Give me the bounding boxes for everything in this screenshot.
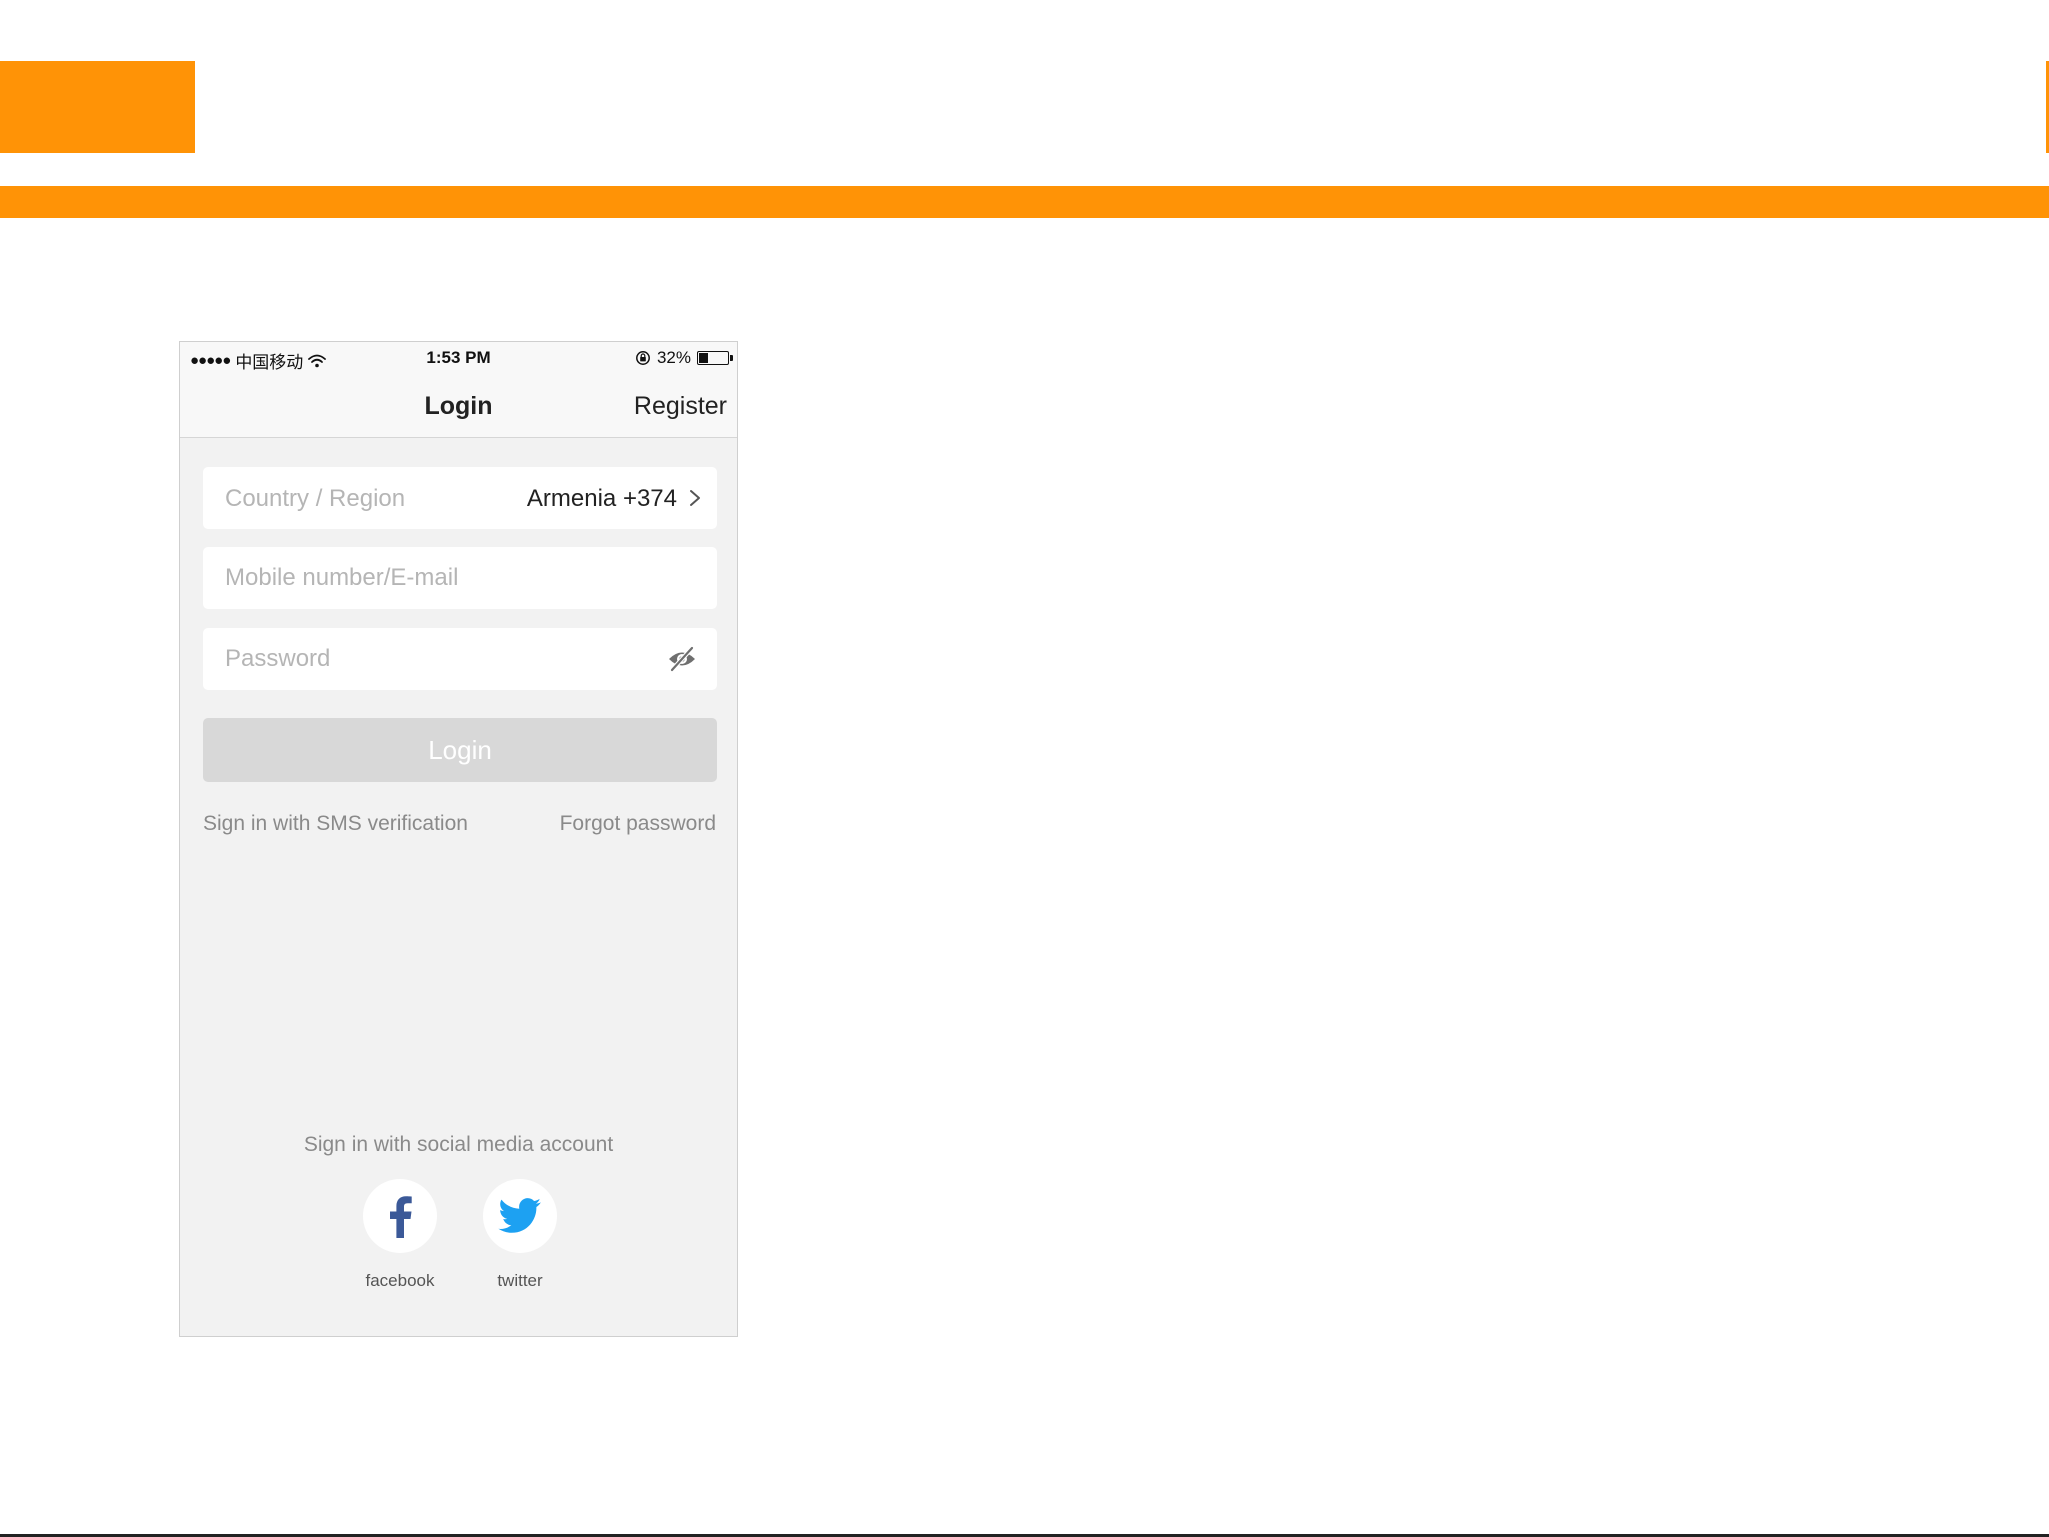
battery-level-fill — [699, 353, 708, 363]
country-region-value: Armenia +374 — [526, 485, 677, 512]
twitter-icon — [498, 1198, 541, 1233]
status-right: 32% — [635, 348, 733, 368]
eye-off-icon[interactable] — [667, 645, 697, 673]
forgot-password-link[interactable]: Forgot password — [560, 812, 716, 836]
status-bar: ●●●●● 中国移动 1:53 PM 32% — [180, 342, 737, 375]
account-input[interactable] — [203, 547, 717, 609]
facebook-login-button[interactable] — [363, 1179, 437, 1253]
slide-header-block — [0, 61, 195, 153]
password-field-wrapper — [203, 628, 717, 690]
country-region-selector[interactable]: Country / Region Armenia +374 — [203, 467, 717, 529]
account-field-wrapper — [203, 547, 717, 609]
twitter-login-button[interactable] — [483, 1179, 557, 1253]
register-button[interactable]: Register — [634, 392, 727, 421]
chevron-right-icon — [690, 490, 700, 506]
facebook-label: facebook — [365, 1271, 435, 1290]
twitter-label: twitter — [497, 1271, 543, 1290]
facebook-icon — [390, 1196, 412, 1238]
navigation-bar: Login Register — [180, 375, 737, 438]
sms-login-link[interactable]: Sign in with SMS verification — [203, 812, 468, 836]
social-login-title: Sign in with social media account — [303, 1133, 614, 1156]
slide-header-bar — [0, 186, 2049, 218]
password-input[interactable] — [203, 628, 717, 690]
battery-icon — [697, 351, 733, 365]
phone-screen: ●●●●● 中国移动 1:53 PM 32% Login Register Co… — [179, 341, 738, 1337]
battery-percentage: 32% — [656, 348, 691, 367]
rotation-lock-icon — [636, 351, 650, 365]
country-region-label: Country / Region — [225, 485, 406, 512]
login-button[interactable]: Login — [203, 718, 717, 782]
